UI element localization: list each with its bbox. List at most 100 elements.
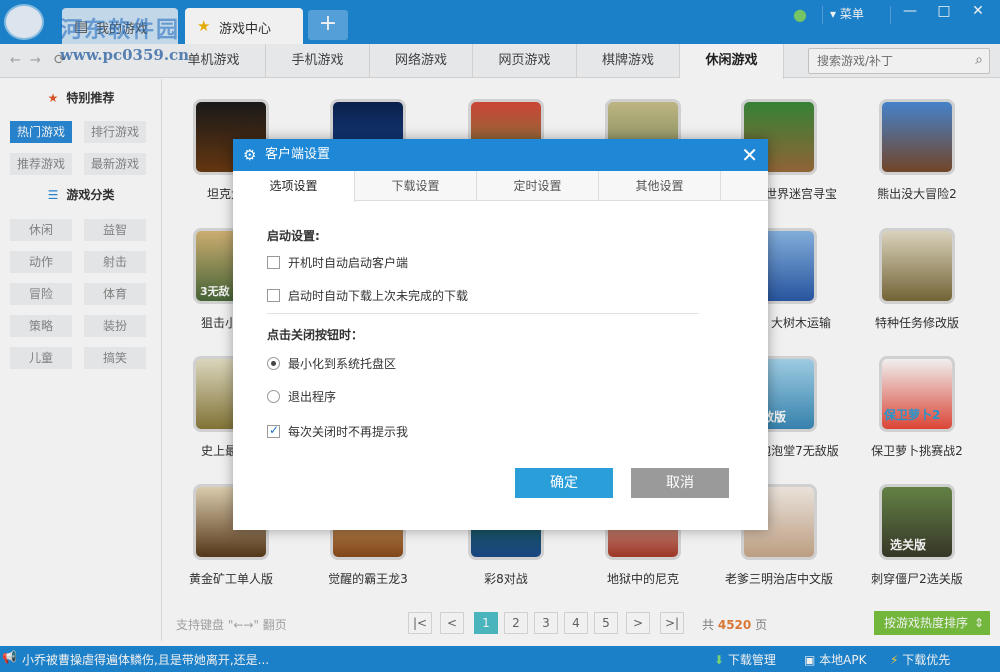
tab-my-games[interactable]: ▤ 我的游戏	[62, 8, 178, 44]
minimize-to-tray-radio[interactable]	[267, 357, 280, 370]
autostart-checkbox[interactable]	[267, 256, 280, 269]
sidebar-item-ranking[interactable]: 排行游戏	[84, 121, 146, 143]
last-page-button[interactable]: >|	[660, 612, 684, 634]
game-tile[interactable]: 特种任务修改版	[857, 228, 977, 331]
close-icon[interactable]: ✕	[964, 3, 992, 23]
download-priority-button[interactable]: ⚡ 下载优先	[890, 651, 950, 668]
genre-funny[interactable]: 搞笑	[84, 347, 146, 369]
no-prompt-option[interactable]: 每次关闭时不再提示我	[267, 423, 408, 440]
forward-arrow-icon[interactable]: →	[30, 53, 41, 68]
game-name[interactable]: 刺穿僵尸2选关版	[857, 570, 977, 587]
game-name[interactable]: 彩8对战	[446, 570, 566, 587]
game-thumbnail[interactable]	[879, 228, 955, 304]
genre-action[interactable]: 动作	[10, 251, 72, 273]
game-tile[interactable]: 选关版 刺穿僵尸2选关版	[857, 484, 977, 587]
tab-options[interactable]: 选项设置	[233, 171, 355, 202]
game-thumbnail[interactable]: 保卫萝卜2	[879, 356, 955, 432]
settings-dialog: ⚙ 客户端设置 ✕ 选项设置 下载设置 定时设置 其他设置 启动设置: 开机时自…	[233, 139, 768, 530]
sidebar-item-recommended[interactable]: 推荐游戏	[10, 153, 72, 175]
first-page-button[interactable]: |<	[408, 612, 432, 634]
star-icon: ★	[197, 17, 211, 35]
ok-button[interactable]: 确定	[515, 468, 613, 498]
menu-label: 菜单	[839, 7, 864, 21]
wechat-icon[interactable]: ●	[793, 5, 815, 27]
status-bar: 📢 小乔被曹操虐得遍体鳞伤,且是带她离开,还是... ⬇ 下载管理 ▣ 本地AP…	[0, 646, 1000, 672]
category-casual[interactable]: 休闲游戏	[680, 44, 784, 79]
game-name[interactable]: 黄金矿工单人版	[171, 570, 291, 587]
page-button[interactable]: 1	[474, 612, 498, 634]
download-manager-button[interactable]: ⬇ 下载管理	[714, 651, 776, 668]
news-ticker[interactable]: 小乔被曹操虐得遍体鳞伤,且是带她离开,还是...	[22, 651, 269, 668]
tab-download[interactable]: 下载设置	[355, 171, 477, 201]
autostart-option[interactable]: 开机时自动启动客户端	[267, 254, 408, 271]
app-logo	[4, 4, 44, 40]
watermark-url: www.pc0359.cn	[60, 46, 190, 64]
apk-icon: ▣	[804, 653, 816, 667]
genre-casual[interactable]: 休闲	[10, 219, 72, 241]
prev-page-button[interactable]: <	[440, 612, 464, 634]
game-name[interactable]: 熊出没大冒险2	[857, 185, 977, 202]
resume-download-checkbox[interactable]	[267, 289, 280, 302]
genre-puzzle[interactable]: 益智	[84, 219, 146, 241]
genre-dressup[interactable]: 装扮	[84, 315, 146, 337]
back-arrow-icon[interactable]: ←	[10, 53, 21, 68]
tab-label: 我的游戏	[96, 22, 149, 37]
game-name[interactable]: 觉醒的霸王龙3	[308, 570, 428, 587]
page-button[interactable]: 5	[594, 612, 618, 634]
page-button[interactable]: 2	[504, 612, 528, 634]
total-suffix: 页	[755, 618, 768, 632]
genre-kids[interactable]: 儿童	[10, 347, 72, 369]
game-name[interactable]: 特种任务修改版	[857, 314, 977, 331]
add-tab-button[interactable]: +	[308, 10, 348, 40]
exit-program-radio[interactable]	[267, 390, 280, 403]
minimize-to-tray-option[interactable]: 最小化到系统托盘区	[267, 355, 396, 372]
sidebar-item-newest[interactable]: 最新游戏	[84, 153, 146, 175]
sort-by-popularity-button[interactable]: 按游戏热度排序 ⇕	[874, 611, 990, 635]
game-name[interactable]: 保卫萝卜挑赛战2	[857, 442, 977, 459]
minimize-to-tray-label: 最小化到系统托盘区	[288, 357, 397, 371]
sidebar-item-hot[interactable]: 热门游戏	[10, 121, 72, 143]
search-box: ⌕	[808, 48, 990, 74]
minimize-icon[interactable]: —	[896, 3, 924, 23]
maximize-icon[interactable]: □	[930, 3, 958, 23]
page-button[interactable]: 3	[534, 612, 558, 634]
game-thumbnail[interactable]	[879, 99, 955, 175]
game-tile[interactable]: 熊出没大冒险2	[857, 99, 977, 202]
gear-icon: ⚙	[243, 146, 257, 164]
list-icon: ☰	[47, 188, 59, 202]
total-pages: 共 4520 页	[702, 616, 767, 633]
genre-strategy[interactable]: 策略	[10, 315, 72, 337]
next-page-button[interactable]: >	[626, 612, 650, 634]
game-name[interactable]: 老爹三明治店中文版	[719, 570, 839, 587]
resume-download-option[interactable]: 启动时自动下载上次未完成的下载	[267, 287, 468, 304]
category-board[interactable]: 棋牌游戏	[577, 44, 680, 78]
local-apk-button[interactable]: ▣ 本地APK	[804, 651, 867, 668]
dialog-tabs: 选项设置 下载设置 定时设置 其他设置	[233, 171, 768, 202]
menu-button[interactable]: ▾ 菜单	[830, 5, 864, 22]
game-thumbnail[interactable]: 选关版	[879, 484, 955, 560]
tab-game-center[interactable]: ★ 游戏中心	[185, 8, 303, 44]
tab-other[interactable]: 其他设置	[599, 171, 721, 201]
genre-adventure[interactable]: 冒险	[10, 283, 72, 305]
tab-schedule[interactable]: 定时设置	[477, 171, 599, 201]
thumb-caption: 保卫萝卜2	[884, 408, 941, 422]
no-prompt-checkbox[interactable]	[267, 423, 280, 438]
search-input[interactable]	[809, 49, 959, 73]
page-button[interactable]: 4	[564, 612, 588, 634]
category-mobile[interactable]: 手机游戏	[266, 44, 370, 78]
cancel-button[interactable]: 取消	[631, 468, 729, 498]
category-title-label: 游戏分类	[66, 188, 115, 202]
exit-program-option[interactable]: 退出程序	[267, 388, 336, 405]
game-name[interactable]: 地狱中的尼克	[583, 570, 703, 587]
no-prompt-label: 每次关闭时不再提示我	[288, 425, 409, 439]
category-online[interactable]: 网络游戏	[370, 44, 473, 78]
genre-shooter[interactable]: 射击	[84, 251, 146, 273]
close-icon[interactable]: ✕	[741, 139, 758, 171]
game-tile[interactable]: 保卫萝卜2 保卫萝卜挑赛战2	[857, 356, 977, 459]
star-icon: ★	[47, 91, 59, 105]
featured-title: ★ 特别推荐	[0, 89, 162, 106]
category-web[interactable]: 网页游戏	[473, 44, 577, 78]
sidebar: ★ 特别推荐 热门游戏 排行游戏 推荐游戏 最新游戏 ☰ 游戏分类 休闲 益智 动作…	[0, 79, 162, 641]
search-icon[interactable]: ⌕	[975, 52, 983, 68]
genre-sports[interactable]: 体育	[84, 283, 146, 305]
